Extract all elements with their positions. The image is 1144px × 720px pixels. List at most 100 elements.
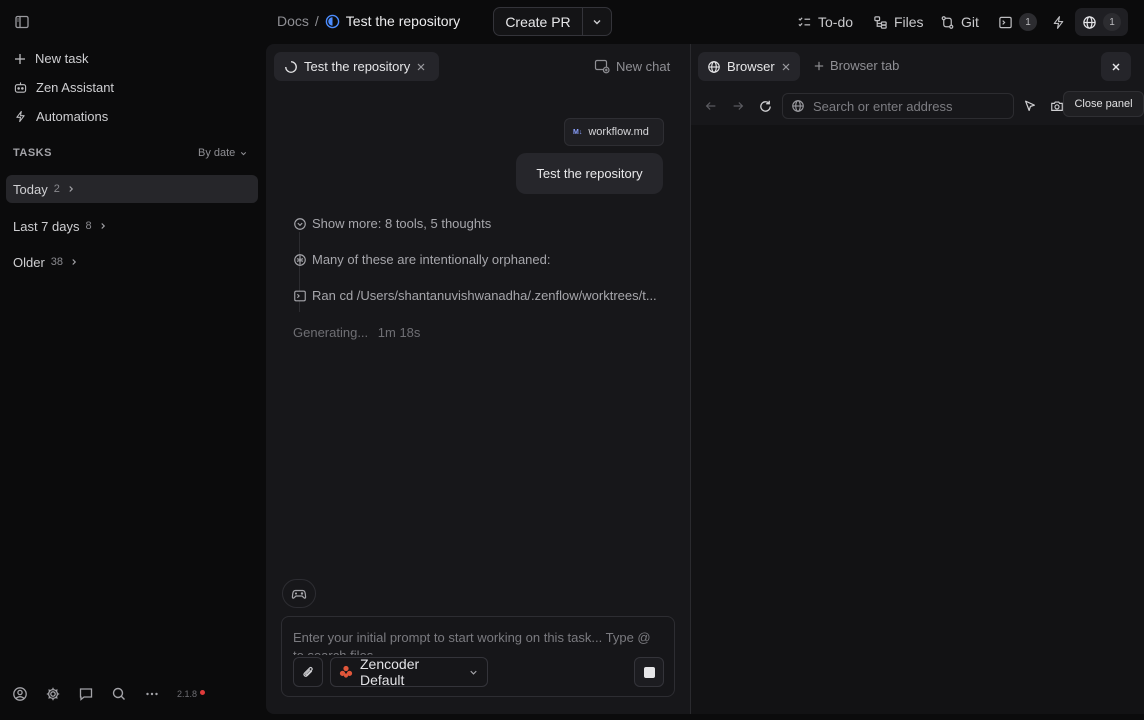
globe-icon bbox=[707, 60, 721, 74]
stop-icon bbox=[643, 666, 655, 678]
forward-arrow-icon[interactable] bbox=[730, 98, 746, 114]
model-label: Zencoder Default bbox=[360, 656, 420, 688]
globe-icon bbox=[1082, 15, 1097, 30]
chat-tab[interactable]: Test the repository bbox=[274, 52, 439, 81]
paperclip-icon[interactable] bbox=[293, 657, 323, 687]
group-count: 38 bbox=[50, 256, 64, 268]
lightning-icon bbox=[14, 110, 27, 123]
back-arrow-icon[interactable] bbox=[703, 98, 719, 114]
close-icon bbox=[1111, 62, 1121, 72]
reload-icon[interactable] bbox=[757, 98, 773, 114]
globe-icon bbox=[791, 99, 805, 113]
create-pr-label[interactable]: Create PR bbox=[494, 8, 583, 35]
version-indicator: 2.1.8 bbox=[177, 689, 206, 699]
task-group-last-7-days[interactable]: Last 7 days 8 bbox=[6, 212, 258, 240]
browser-tab-label: Browser bbox=[727, 59, 775, 74]
new-chat-label: New chat bbox=[616, 58, 671, 74]
group-label: Today bbox=[13, 181, 48, 197]
version-label: 2.1.8 bbox=[177, 689, 198, 699]
new-task-label: New task bbox=[35, 51, 89, 66]
feedback-chat-icon[interactable] bbox=[78, 686, 94, 702]
attachment-name: workflow.md bbox=[588, 126, 649, 138]
automations-button[interactable]: Automations bbox=[14, 109, 108, 124]
terminal-icon bbox=[998, 15, 1013, 30]
create-pr-button[interactable]: Create PR bbox=[493, 7, 612, 36]
terminal-icon bbox=[293, 289, 307, 303]
element-picker-icon[interactable] bbox=[1022, 98, 1038, 114]
sort-dropdown[interactable]: By date bbox=[198, 147, 248, 159]
group-label: Older bbox=[13, 254, 45, 270]
chevron-down-icon bbox=[468, 667, 479, 678]
breadcrumb-root[interactable]: Docs bbox=[277, 13, 309, 29]
generating-label: Generating... bbox=[293, 325, 369, 340]
chevron-right-icon bbox=[66, 184, 76, 194]
close-panel-tooltip: Close panel bbox=[1063, 91, 1144, 117]
gamepad-icon[interactable] bbox=[282, 579, 316, 608]
attachment-chip[interactable]: M↓ workflow.md bbox=[564, 118, 664, 146]
zen-assistant-button[interactable]: Zen Assistant bbox=[14, 80, 114, 95]
search-icon[interactable] bbox=[111, 686, 127, 702]
model-selector[interactable]: Zencoder Default bbox=[330, 656, 488, 688]
new-chat-button[interactable]: New chat bbox=[594, 58, 670, 74]
generating-status: Generating... 1m 18s bbox=[293, 325, 420, 340]
command-text: Ran cd /Users/shantanuvishwanadha/.zenfl… bbox=[312, 288, 657, 303]
settings-gear-icon[interactable] bbox=[45, 686, 61, 702]
lightning-icon[interactable] bbox=[1049, 10, 1067, 34]
show-more-toggle[interactable]: Show more: 8 tools, 5 thoughts bbox=[293, 216, 491, 231]
automations-label: Automations bbox=[36, 109, 109, 124]
chevron-circle-icon bbox=[293, 217, 307, 231]
thought-item: Many of these are intentionally orphaned… bbox=[293, 252, 551, 267]
todo-button[interactable]: To-do bbox=[797, 10, 853, 34]
git-label: Git bbox=[961, 14, 979, 30]
breadcrumb: Docs / Test the repository bbox=[277, 13, 460, 29]
show-more-label: Show more: 8 tools, 5 thoughts bbox=[312, 216, 492, 231]
new-browser-tab-label: Browser tab bbox=[830, 58, 900, 73]
user-message: Test the repository bbox=[516, 153, 663, 194]
elapsed-time: 1m 18s bbox=[377, 325, 421, 340]
group-count: 8 bbox=[85, 220, 92, 232]
task-status-icon bbox=[325, 14, 340, 29]
browser-toggle-button[interactable]: 1 bbox=[1075, 8, 1128, 36]
git-compare-icon bbox=[940, 15, 955, 30]
task-group-older[interactable]: Older 38 bbox=[6, 248, 258, 276]
chevron-down-icon[interactable] bbox=[583, 8, 611, 35]
chat-tab-label: Test the repository bbox=[304, 59, 411, 74]
stop-button[interactable] bbox=[634, 657, 664, 687]
zencoder-logo-icon bbox=[339, 665, 353, 679]
prompt-composer: Enter your initial prompt to start worki… bbox=[281, 616, 675, 697]
breadcrumb-separator: / bbox=[314, 13, 319, 29]
command-item[interactable]: Ran cd /Users/shantanuvishwanadha/.zenfl… bbox=[293, 288, 657, 303]
breadcrumb-task: Test the repository bbox=[345, 13, 461, 29]
new-browser-tab-button[interactable]: Browser tab bbox=[814, 58, 899, 73]
plus-icon bbox=[814, 61, 824, 71]
browser-tab[interactable]: Browser bbox=[698, 52, 800, 81]
account-icon[interactable] bbox=[12, 686, 28, 702]
files-button[interactable]: Files bbox=[873, 10, 924, 34]
close-icon[interactable] bbox=[416, 62, 426, 72]
browser-viewport[interactable] bbox=[691, 125, 1144, 714]
new-chat-icon bbox=[594, 58, 610, 74]
address-bar[interactable] bbox=[782, 93, 1014, 119]
markdown-file-icon: M↓ bbox=[573, 128, 583, 136]
chevron-right-icon bbox=[98, 221, 108, 231]
terminal-button[interactable]: 1 bbox=[998, 10, 1037, 34]
sort-label: By date bbox=[198, 147, 236, 159]
more-icon[interactable] bbox=[144, 686, 160, 702]
checklist-icon bbox=[797, 15, 812, 30]
toggle-sidebar-icon[interactable] bbox=[12, 12, 32, 32]
git-button[interactable]: Git bbox=[940, 10, 979, 34]
prompt-input[interactable]: Enter your initial prompt to start worki… bbox=[293, 629, 665, 655]
chevron-right-icon bbox=[69, 257, 79, 267]
address-input[interactable] bbox=[813, 98, 1003, 114]
tasks-header: TASKS bbox=[13, 147, 52, 159]
browser-count-badge: 1 bbox=[1103, 13, 1121, 31]
task-group-today[interactable]: Today 2 bbox=[6, 175, 258, 203]
close-icon[interactable] bbox=[781, 62, 791, 72]
close-panel-button[interactable] bbox=[1101, 52, 1131, 81]
todo-label: To-do bbox=[818, 14, 854, 30]
plus-icon bbox=[14, 53, 26, 65]
loading-spinner-icon bbox=[284, 60, 298, 74]
new-task-button[interactable]: New task bbox=[14, 51, 88, 66]
thought-icon bbox=[293, 253, 307, 267]
zen-assistant-label: Zen Assistant bbox=[36, 80, 115, 95]
